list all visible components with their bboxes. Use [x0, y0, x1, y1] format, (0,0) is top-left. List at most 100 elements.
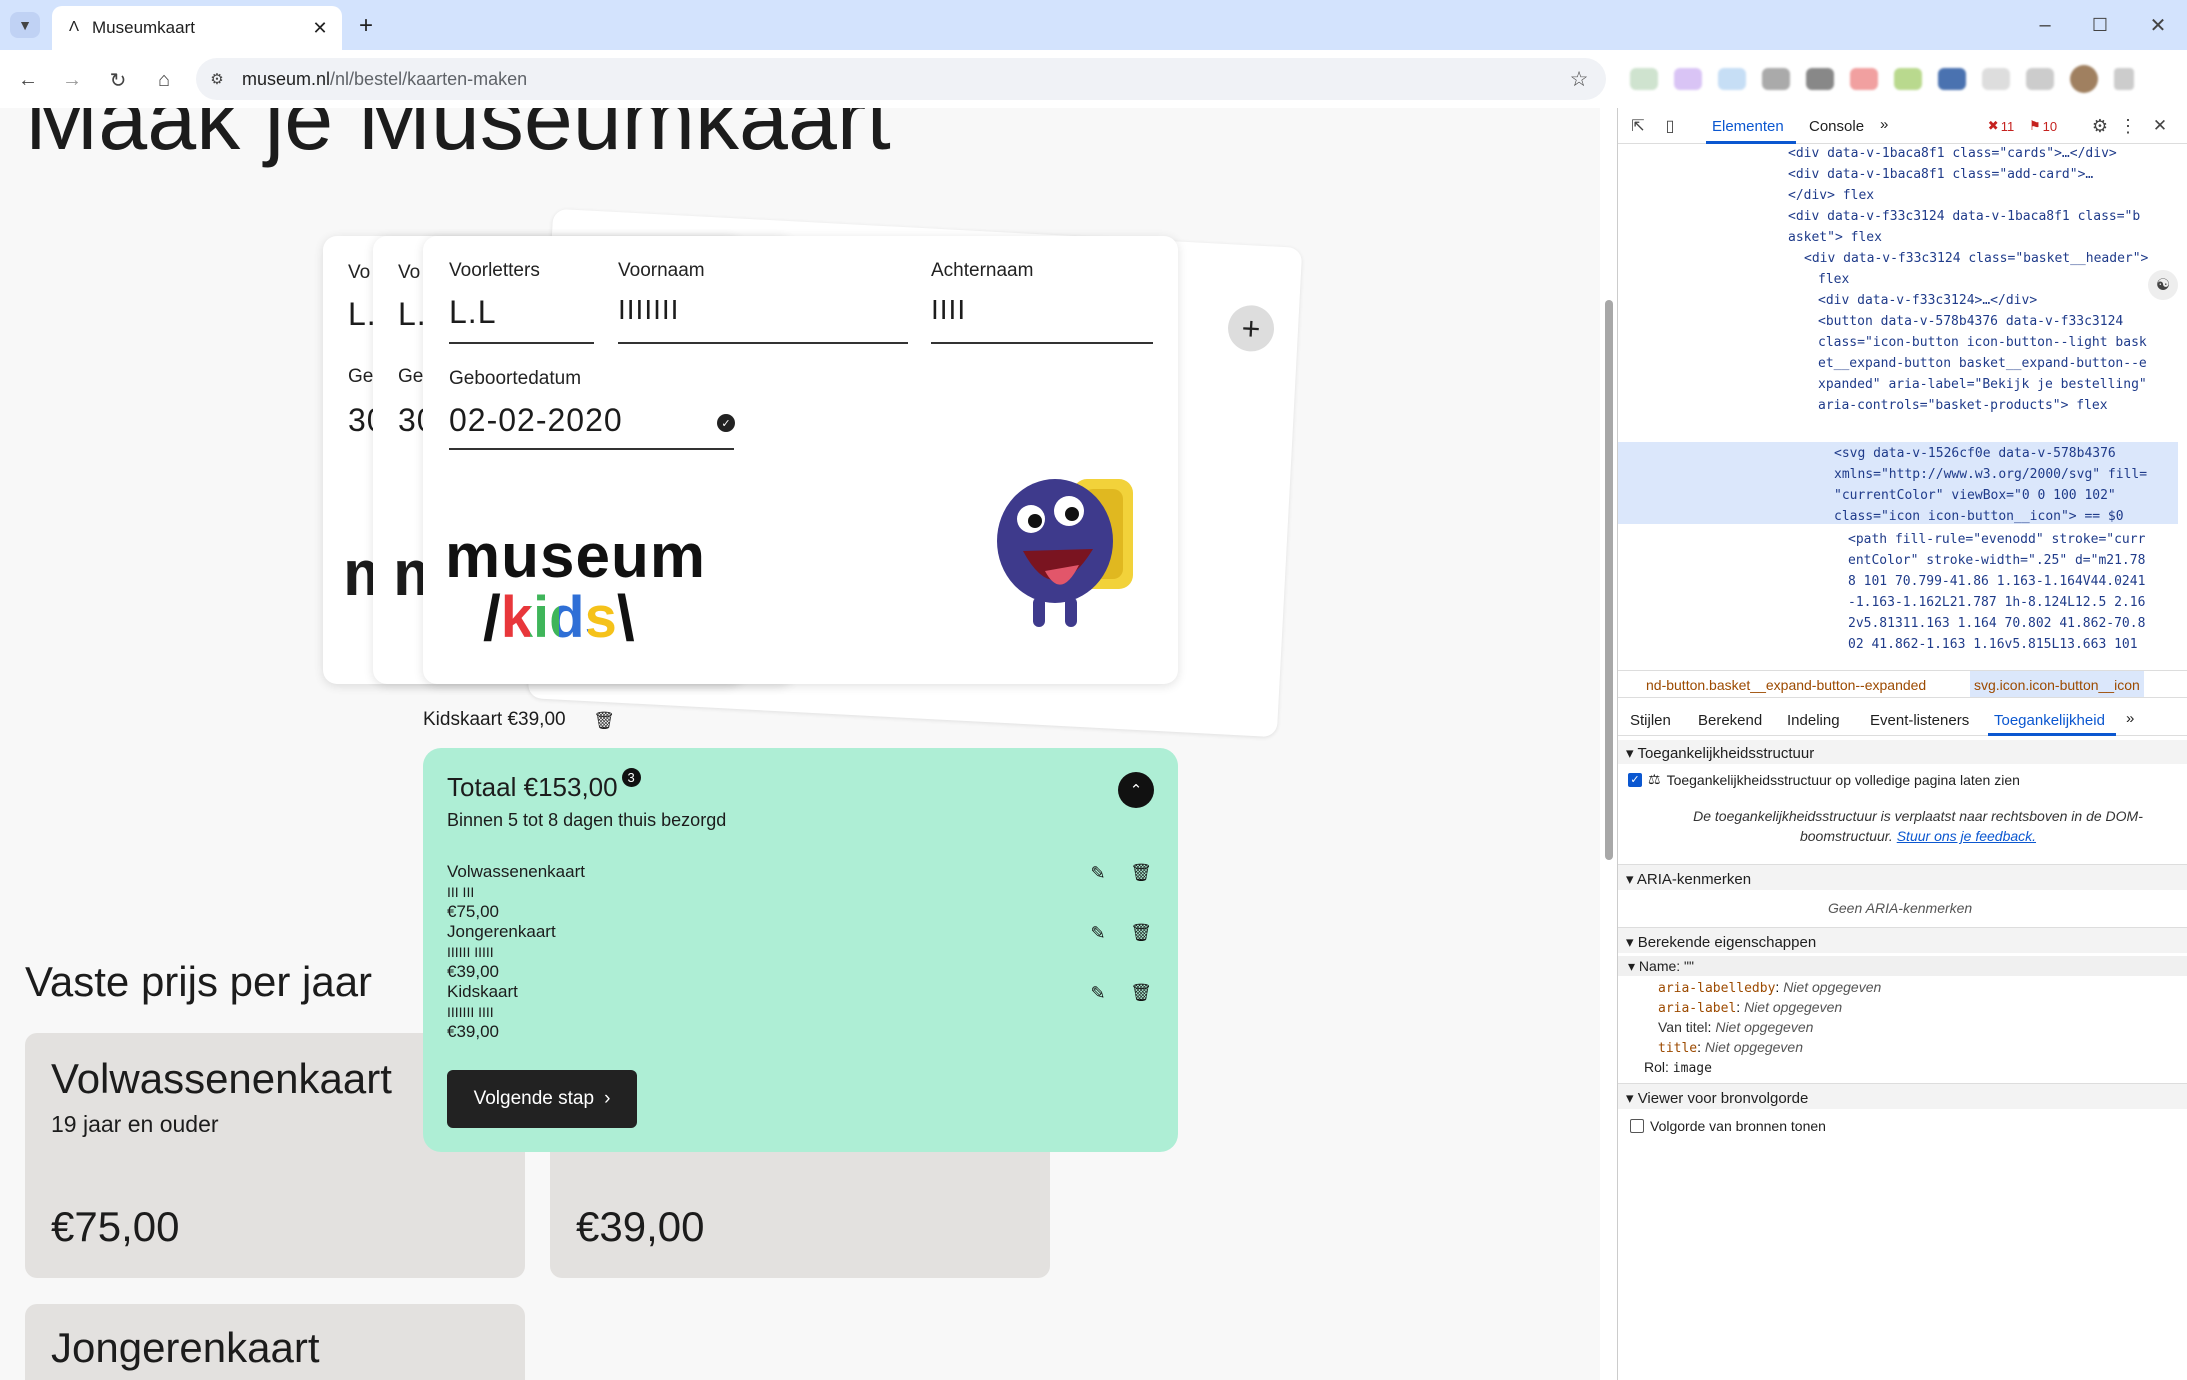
dom-line[interactable]: <div data-v-f33c3124>…</div>: [1818, 293, 2037, 308]
logo-kids-row: / kids \: [483, 582, 635, 654]
dom-line[interactable]: 2v5.81311.163 1.164 70.802 41.862-70.8: [1848, 616, 2145, 631]
url-text: museum.nl/nl/bestel/kaarten-maken: [242, 69, 528, 89]
forward-icon[interactable]: →: [56, 64, 88, 96]
source-order-header[interactable]: ▾ Viewer voor bronvolgorde: [1618, 1083, 2187, 1109]
close-window-icon[interactable]: ✕: [2138, 10, 2178, 40]
birthdate-field[interactable]: 02-02-2020: [449, 402, 623, 439]
kebab-menu-icon[interactable]: ⋮: [2118, 114, 2138, 138]
delete-item-icon[interactable]: 🗑: [1128, 920, 1154, 946]
close-tab-icon[interactable]: ✕: [308, 16, 332, 40]
section-title: Vaste prijs per jaar: [25, 958, 373, 1005]
extension-icon[interactable]: [1718, 68, 1746, 90]
new-tab-icon[interactable]: +: [352, 12, 380, 40]
more-tabs-icon[interactable]: »: [1880, 116, 1888, 133]
dom-line[interactable]: aria-controls="basket-products"> flex: [1818, 398, 2108, 413]
extension-icon[interactable]: [1982, 68, 2010, 90]
dom-line[interactable]: xmlns="http://www.w3.org/2000/svg" fill=: [1834, 467, 2147, 482]
firstname-field[interactable]: IIIIIII: [618, 294, 679, 326]
address-bar[interactable]: ⚙ museum.nl/nl/bestel/kaarten-maken ☆: [196, 58, 1606, 100]
dom-line[interactable]: "currentColor" viewBox="0 0 100 102": [1834, 488, 2116, 503]
browser-tab[interactable]: Λ Museumkaart ✕: [52, 6, 342, 50]
dom-line[interactable]: <svg data-v-1526cf0e data-v-578b4376: [1834, 446, 2116, 461]
extension-icon[interactable]: [1630, 68, 1658, 90]
dom-line[interactable]: <path fill-rule="evenodd" stroke="curr: [1848, 532, 2145, 547]
extension-icon[interactable]: [1894, 68, 1922, 90]
feedback-link[interactable]: Stuur ons je feedback.: [1897, 828, 2036, 844]
initials-field[interactable]: L.L: [449, 294, 496, 331]
checkbox-checked[interactable]: ✓: [1628, 772, 1642, 787]
collapse-basket-button[interactable]: ⌃: [1118, 772, 1154, 808]
dom-line[interactable]: <div data-v-f33c3124 data-v-1baca8f1 cla…: [1788, 209, 2140, 224]
tab-elements[interactable]: Elementen: [1712, 118, 1784, 135]
accessibility-tree-toggle-icon[interactable]: ☯: [2148, 270, 2178, 300]
breadcrumb-item-active[interactable]: svg.icon.icon-button__icon: [1970, 671, 2144, 697]
dom-line[interactable]: -1.163-1.162L21.787 1h-8.124L12.5 2.16: [1848, 595, 2145, 610]
extension-icon[interactable]: [2026, 68, 2054, 90]
dom-line[interactable]: <div data-v-f33c3124 class="basket__head…: [1804, 251, 2148, 266]
lastname-underline: [931, 342, 1153, 344]
add-card-button[interactable]: +: [1226, 304, 1276, 353]
extension-icon[interactable]: [1850, 68, 1878, 90]
tab-accessibility[interactable]: Toegankelijkheid: [1994, 712, 2105, 729]
dom-line[interactable]: <button data-v-578b4376 data-v-f33c3124: [1818, 314, 2123, 329]
tab-styles[interactable]: Stijlen: [1630, 712, 1671, 729]
acc-tree-option[interactable]: ✓ ⚖ Toegankelijkheidsstructuur op volled…: [1628, 771, 2020, 788]
extension-icon[interactable]: [1674, 68, 1702, 90]
delete-card-icon[interactable]: 🗑: [592, 709, 616, 733]
acc-tree-header[interactable]: ▾ Toegankelijkheidsstructuur: [1618, 740, 2187, 764]
inspect-element-icon[interactable]: ⇱: [1626, 114, 1650, 138]
item-name: IIIIIII IIII: [447, 1004, 494, 1020]
next-step-button[interactable]: Volgende stap ›: [447, 1070, 637, 1128]
close-devtools-icon[interactable]: ✕: [2148, 114, 2172, 138]
dom-line[interactable]: xpanded" aria-label="Bekijk je bestellin…: [1818, 377, 2147, 392]
dom-line[interactable]: 8 101 70.799-41.86 1.163-1.164V44.0241: [1848, 574, 2145, 589]
checkbox-unchecked[interactable]: [1630, 1119, 1644, 1133]
bookmark-star-icon[interactable]: ☆: [1566, 66, 1592, 92]
tab-computed[interactable]: Berekend: [1698, 712, 1762, 729]
dom-line[interactable]: asket"> flex: [1788, 230, 1882, 245]
warning-count[interactable]: ⚑ 10: [2023, 116, 2063, 136]
delete-item-icon[interactable]: 🗑: [1128, 860, 1154, 886]
delete-item-icon[interactable]: 🗑: [1128, 980, 1154, 1006]
menu-icon[interactable]: [2114, 68, 2134, 90]
maximize-icon[interactable]: ☐: [2080, 10, 2120, 40]
tab-list-icon[interactable]: ▼: [10, 12, 40, 38]
product-tile-jongeren[interactable]: Jongerenkaart: [25, 1304, 525, 1380]
reload-icon[interactable]: ↻: [102, 64, 134, 96]
dom-line[interactable]: class="icon-button icon-button--light ba…: [1818, 335, 2147, 350]
tab-console[interactable]: Console: [1809, 118, 1864, 135]
source-order-option[interactable]: Volgorde van bronnen tonen: [1630, 1118, 1826, 1134]
dom-line[interactable]: 02 41.862-1.163 1.16v5.815L13.663 101: [1848, 637, 2138, 652]
edit-item-icon[interactable]: ✎: [1085, 920, 1111, 946]
extension-icon[interactable]: [1806, 68, 1834, 90]
dom-line[interactable]: et__expand-button basket__expand-button-…: [1818, 356, 2147, 371]
back-icon[interactable]: ←: [12, 64, 44, 96]
settings-gear-icon[interactable]: ⚙: [2088, 114, 2112, 138]
tab-layout[interactable]: Indeling: [1787, 712, 1840, 729]
dom-line[interactable]: <div data-v-1baca8f1 class="cards">…</di…: [1788, 146, 2117, 161]
dom-line[interactable]: </div> flex: [1788, 188, 1874, 203]
dom-line: flex: [1818, 272, 1850, 287]
dom-line[interactable]: <div data-v-1baca8f1 class="add-card">…: [1788, 167, 2093, 182]
profile-avatar[interactable]: [2070, 65, 2098, 93]
computed-header[interactable]: ▾ Berekende eigenschappen: [1618, 927, 2187, 953]
extension-icon[interactable]: [1938, 68, 1966, 90]
edit-item-icon[interactable]: ✎: [1085, 860, 1111, 886]
edit-item-icon[interactable]: ✎: [1085, 980, 1111, 1006]
dom-line[interactable]: class="icon icon-button__icon"> == $0: [1834, 509, 2124, 524]
device-toolbar-icon[interactable]: ▯: [1658, 114, 1682, 138]
dom-line[interactable]: entColor" stroke-width=".25" d="m21.78: [1848, 553, 2145, 568]
tab-event-listeners[interactable]: Event-listeners: [1870, 712, 1969, 729]
lastname-field[interactable]: IIII: [931, 294, 966, 326]
more-subtabs-icon[interactable]: »: [2126, 710, 2134, 727]
breadcrumb-item[interactable]: nd-button.basket__expand-button--expande…: [1646, 677, 1926, 693]
error-count[interactable]: ✖ 11: [1981, 116, 2021, 136]
prop-row: title: Niet opgegeven: [1658, 1039, 1803, 1056]
aria-header[interactable]: ▾ ARIA-kenmerken: [1618, 864, 2187, 890]
scrollbar-thumb[interactable]: [1605, 300, 1613, 860]
name-row[interactable]: ▾ Name: "": [1618, 956, 2187, 976]
site-settings-icon[interactable]: ⚙: [206, 68, 228, 90]
minimize-icon[interactable]: –: [2025, 10, 2065, 40]
extension-icon[interactable]: [1762, 68, 1790, 90]
home-icon[interactable]: ⌂: [148, 64, 180, 96]
